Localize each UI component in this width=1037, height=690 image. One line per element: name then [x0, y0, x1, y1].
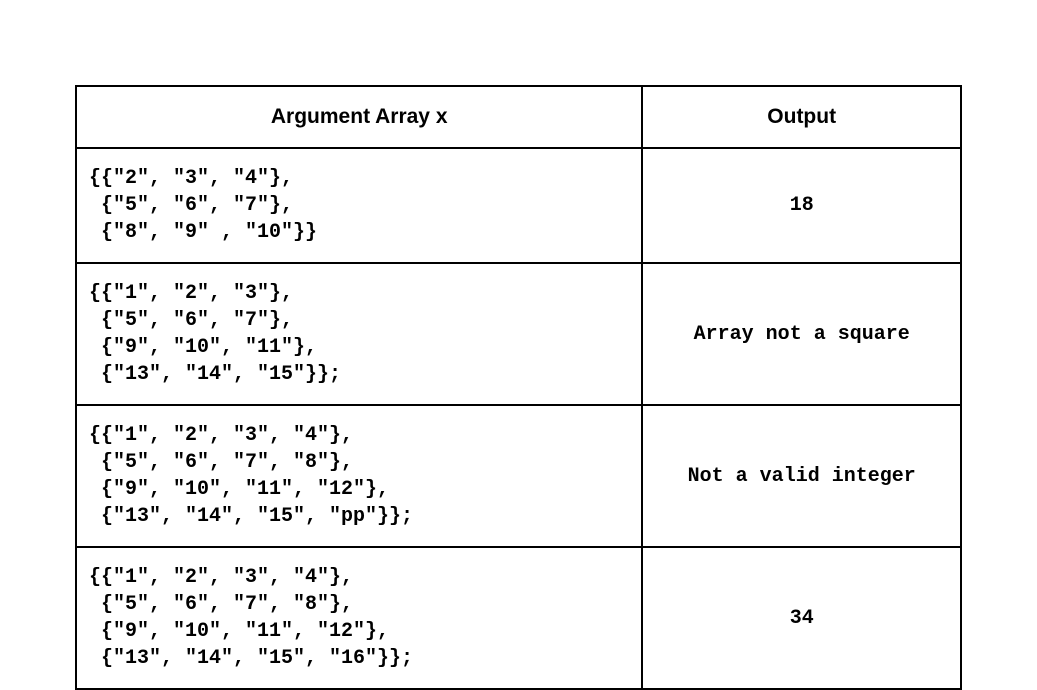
table-row: {{"1", "2", "3", "4"}, {"5", "6", "7", "…: [76, 547, 961, 689]
table-row: {{"1", "2", "3", "4"}, {"5", "6", "7", "…: [76, 405, 961, 547]
cell-input: {{"1", "2", "3", "4"}, {"5", "6", "7", "…: [76, 405, 642, 547]
cell-input: {{"1", "2", "3"}, {"5", "6", "7"}, {"9",…: [76, 263, 642, 405]
cell-output: 18: [642, 148, 961, 263]
table-header-row: Argument Array x Output: [76, 86, 961, 148]
table-row: {{"1", "2", "3"}, {"5", "6", "7"}, {"9",…: [76, 263, 961, 405]
cell-input: {{"2", "3", "4"}, {"5", "6", "7"}, {"8",…: [76, 148, 642, 263]
io-table-container: Argument Array x Output {{"2", "3", "4"}…: [75, 85, 962, 690]
header-output: Output: [642, 86, 961, 148]
cell-input: {{"1", "2", "3", "4"}, {"5", "6", "7", "…: [76, 547, 642, 689]
io-table: Argument Array x Output {{"2", "3", "4"}…: [75, 85, 962, 690]
table-row: {{"2", "3", "4"}, {"5", "6", "7"}, {"8",…: [76, 148, 961, 263]
cell-output: 34: [642, 547, 961, 689]
cell-output: Not a valid integer: [642, 405, 961, 547]
header-argument-array: Argument Array x: [76, 86, 642, 148]
cell-output: Array not a square: [642, 263, 961, 405]
